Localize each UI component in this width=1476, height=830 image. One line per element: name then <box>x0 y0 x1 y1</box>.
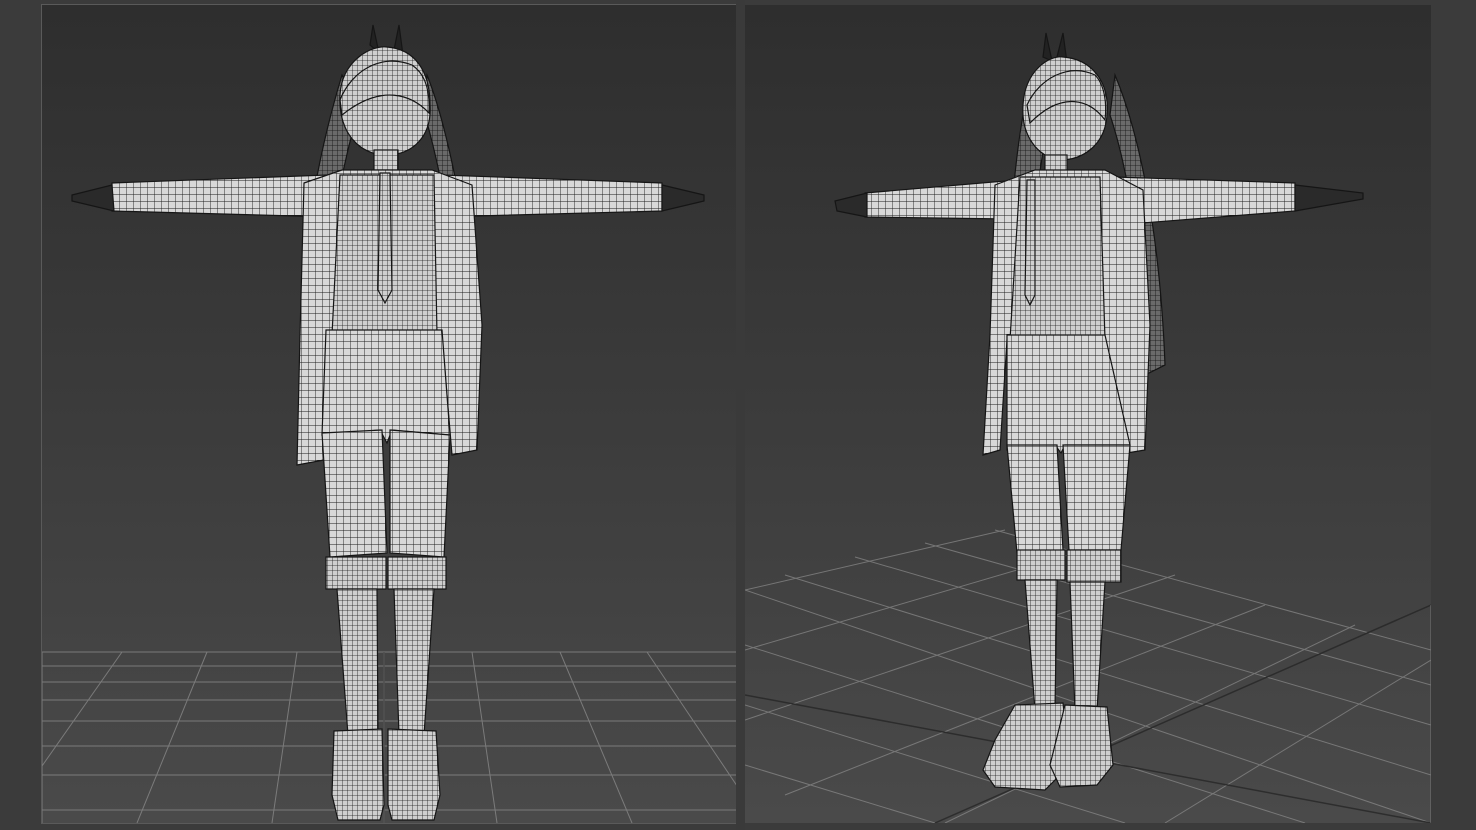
viewport-front-canvas <box>42 24 736 823</box>
viewport-front[interactable] <box>41 4 737 824</box>
character-model-front <box>71 24 705 821</box>
viewport-divider[interactable] <box>736 0 745 830</box>
3d-app-window <box>0 0 1476 830</box>
viewport-perspective-canvas <box>745 32 1431 823</box>
viewport-perspective[interactable] <box>745 5 1431 823</box>
character-model-perspective <box>834 32 1364 791</box>
